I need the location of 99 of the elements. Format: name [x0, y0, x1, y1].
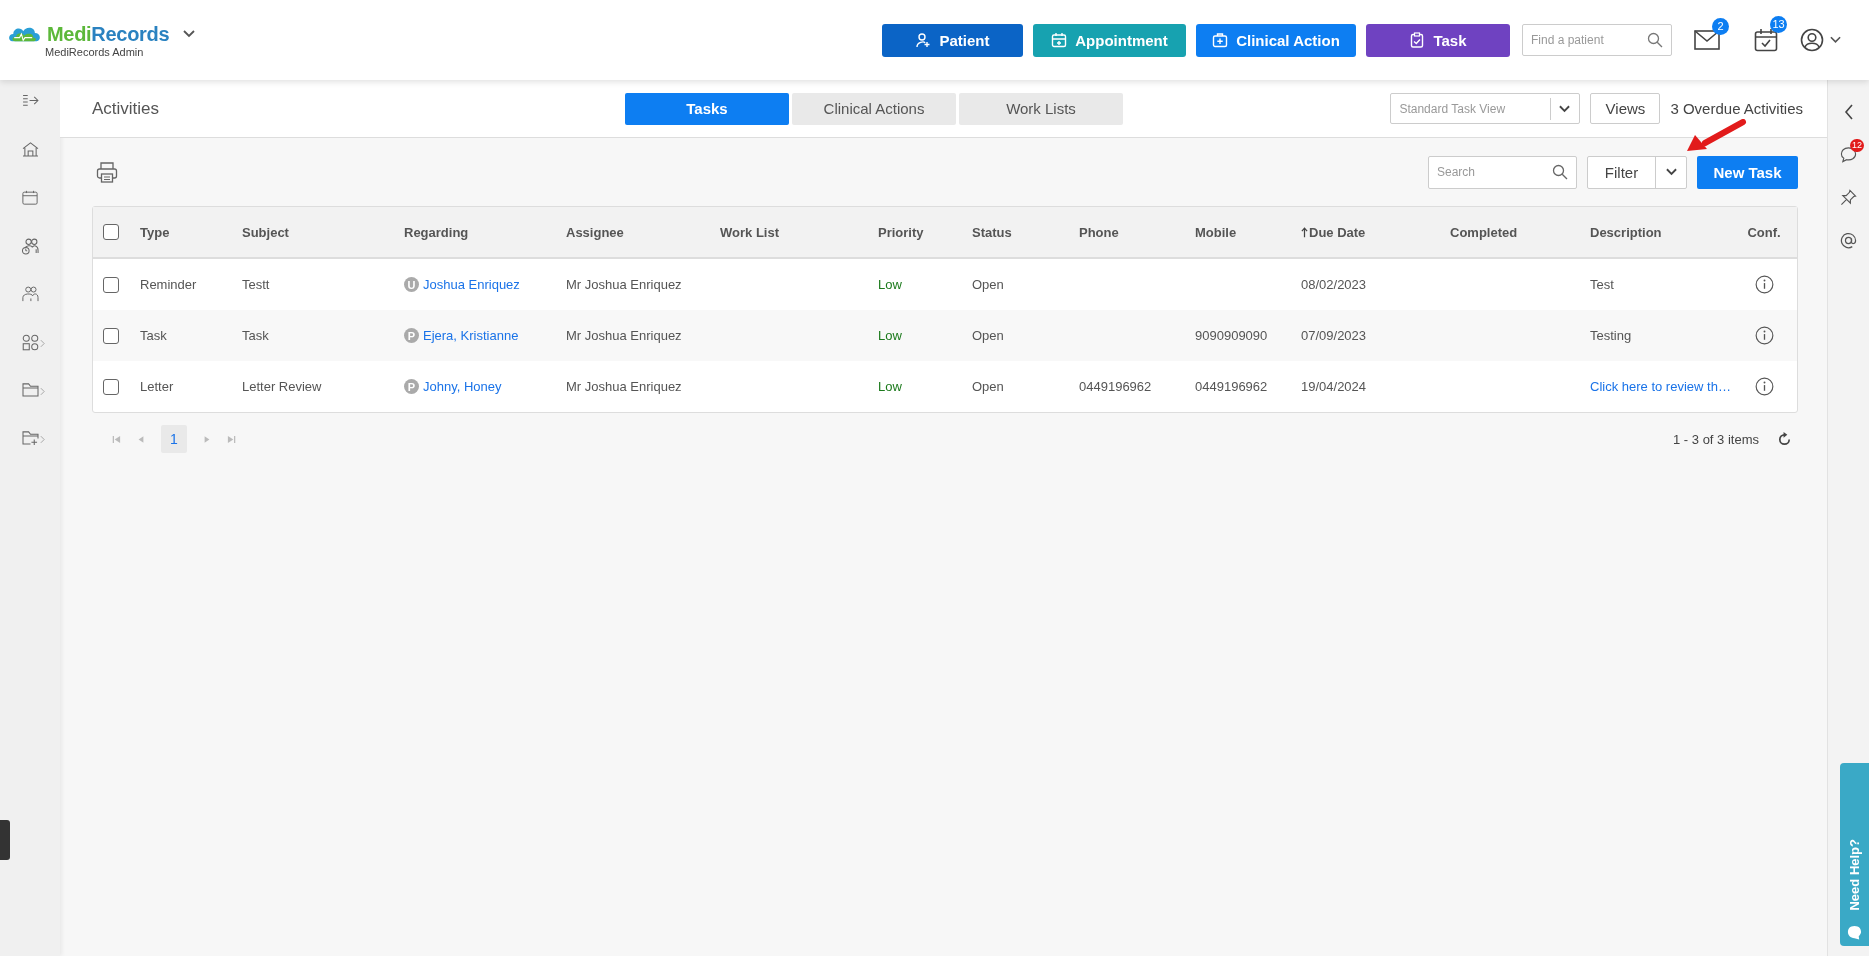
info-icon[interactable] — [1754, 275, 1774, 294]
calendar-check-icon[interactable] — [1754, 28, 1778, 52]
patient-link[interactable]: Johny, Honey — [423, 379, 502, 394]
table-cell: Low — [878, 379, 902, 394]
search-icon — [1647, 32, 1663, 48]
table-cell: Test — [1590, 277, 1614, 292]
table-cell: Testt — [242, 277, 270, 292]
table-cell: Letter Review — [242, 379, 322, 394]
notification-badge: 2 — [1712, 18, 1729, 35]
table-cell: 19/04/2024 — [1301, 379, 1367, 394]
table-cell: Mr Joshua Enriquez — [566, 379, 682, 394]
column-header[interactable]: Work List — [720, 224, 779, 240]
column-header[interactable]: Due Date — [1301, 224, 1366, 240]
info-icon[interactable] — [1754, 377, 1774, 396]
search-icon — [1552, 164, 1568, 180]
patient-link[interactable]: Ejera, Kristianne — [423, 328, 519, 343]
patient-button[interactable]: Patient — [882, 23, 1023, 57]
column-header[interactable]: Type — [140, 224, 170, 240]
at-sign-icon[interactable] — [1840, 232, 1857, 249]
person-plus-icon — [915, 32, 932, 48]
people-clock-icon[interactable] — [20, 238, 40, 255]
table-cell: Mr Joshua Enriquez — [566, 277, 682, 292]
notification-badge: 12 — [1850, 139, 1864, 152]
tab[interactable]: Clinical Actions — [792, 92, 956, 125]
refresh-icon[interactable] — [1777, 431, 1792, 447]
table-cell: Open — [972, 277, 1004, 292]
calendar-icon — [1051, 32, 1068, 48]
table-cell: Low — [878, 277, 902, 292]
home-icon[interactable] — [21, 142, 39, 157]
task-button[interactable]: Task — [1366, 23, 1510, 57]
table-cell: Task — [242, 328, 269, 343]
column-header[interactable]: Regarding — [404, 224, 469, 240]
table-cell: 07/09/2023 — [1301, 328, 1367, 343]
folder-icon[interactable] — [21, 382, 39, 397]
table-cell: 9090909090 — [1195, 328, 1268, 343]
table-cell: 0449196962 — [1079, 379, 1152, 394]
views-button[interactable]: Views — [1590, 93, 1661, 124]
table-cell: Letter — [140, 379, 174, 394]
shapes-icon[interactable] — [21, 334, 39, 351]
patient-link[interactable]: Joshua Enriquez — [423, 277, 520, 292]
table-cell: 0449196962 — [1195, 379, 1268, 394]
row-checkbox[interactable] — [103, 327, 119, 344]
page-title: Activities — [92, 98, 161, 119]
chevron-down-icon — [1665, 168, 1677, 176]
account-name: MediRecords Admin — [45, 45, 145, 58]
chevron-down-icon[interactable] — [183, 30, 196, 38]
column-header[interactable]: Phone — [1079, 224, 1119, 240]
logo-text[interactable]: MediRecords — [47, 22, 170, 46]
chat-icon[interactable] — [1840, 146, 1857, 163]
table-cell: Task — [140, 328, 167, 343]
row-checkbox[interactable] — [103, 276, 119, 293]
description-link[interactable]: Click here to review th… — [1590, 379, 1731, 394]
table-cell: 08/02/2023 — [1301, 277, 1367, 292]
envelope-icon[interactable] — [1694, 30, 1720, 50]
record-type-badge: P — [404, 328, 419, 343]
clinical-button[interactable]: Clinical Action — [1196, 23, 1356, 57]
new-task-button[interactable]: New Task — [1697, 155, 1798, 189]
calendar-icon[interactable] — [22, 190, 38, 205]
overdue-activities-link[interactable]: 3 Overdue Activities — [1670, 100, 1803, 117]
tab[interactable]: Tasks — [625, 92, 789, 125]
table-cell: Open — [972, 379, 1004, 394]
medical-kit-icon — [1212, 32, 1229, 48]
table-cell: Testing — [1590, 328, 1632, 343]
column-header[interactable]: Status — [972, 224, 1012, 240]
find-patient-field[interactable]: Find a patient — [1522, 24, 1672, 56]
pin-icon[interactable] — [1840, 189, 1857, 206]
user-avatar-icon[interactable] — [1800, 28, 1824, 52]
column-header[interactable]: Priority — [878, 224, 924, 240]
info-icon[interactable] — [1754, 326, 1774, 345]
clipboard-check-icon — [1409, 32, 1426, 48]
expand-menu-icon[interactable] — [21, 94, 39, 107]
table-cell: Mr Joshua Enriquez — [566, 328, 682, 343]
sort-up-icon — [1301, 226, 1308, 238]
print-icon[interactable] — [96, 161, 118, 183]
column-header[interactable]: Completed — [1450, 224, 1518, 240]
table-cell: Open — [972, 328, 1004, 343]
people-icon[interactable] — [21, 286, 39, 302]
notification-badge: 13 — [1770, 16, 1787, 33]
column-header[interactable]: Description — [1590, 224, 1662, 240]
chevron-down-icon[interactable] — [1830, 36, 1841, 44]
folder-plus-icon[interactable] — [21, 430, 39, 445]
column-header[interactable]: Mobile — [1195, 224, 1237, 240]
chevron-down-icon — [1559, 104, 1571, 113]
search-field[interactable]: Search — [1428, 155, 1577, 189]
select-all-checkbox[interactable] — [103, 224, 119, 240]
annotation-arrow — [1685, 119, 1747, 153]
row-checkbox[interactable] — [103, 378, 119, 395]
column-header[interactable]: Conf. — [1747, 224, 1781, 240]
table-cell: Reminder — [140, 277, 197, 292]
items-count: 1 - 3 of 3 items — [1673, 431, 1759, 447]
column-header[interactable]: Assignee — [566, 224, 624, 240]
chevron-left-icon[interactable] — [1843, 104, 1854, 120]
record-type-badge: U — [404, 277, 419, 292]
page-button[interactable]: 1 — [161, 425, 187, 453]
column-header[interactable]: Subject — [242, 224, 289, 240]
tab[interactable]: Work Lists — [959, 92, 1123, 125]
record-type-badge: P — [404, 379, 419, 394]
chat-bubble-icon[interactable] — [1847, 925, 1862, 940]
table-cell: Low — [878, 328, 902, 343]
